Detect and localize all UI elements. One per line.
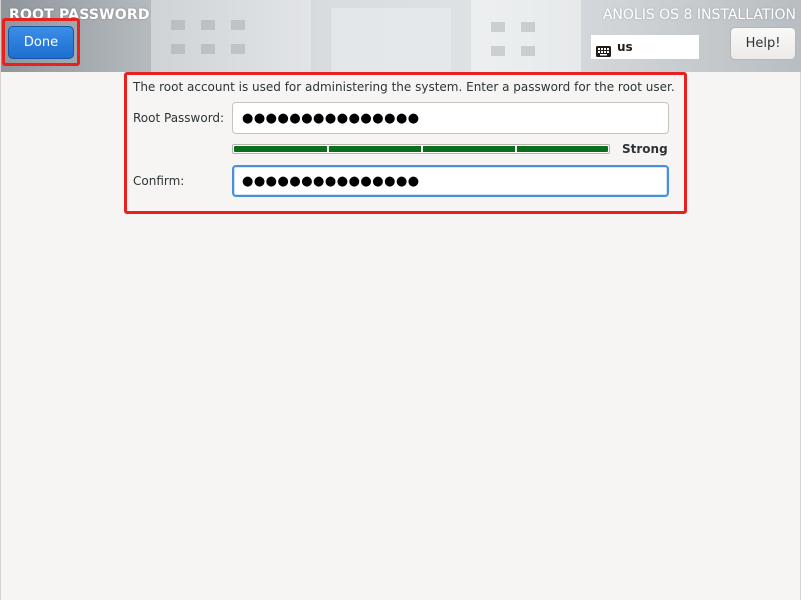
form-description: The root account is used for administeri… [133,80,675,94]
banner-window [201,20,215,30]
header-banner: ROOT PASSWORD ANOLIS OS 8 INSTALLATION D… [1,0,801,72]
banner-window [171,20,185,30]
root-password-input[interactable]: ●●●●●●●●●●●●●●● [232,102,669,134]
keyboard-layout-indicator[interactable]: us [591,35,699,59]
banner-window [521,46,535,56]
banner-window [491,46,505,56]
done-button[interactable]: Done [8,26,74,59]
strength-segment-divider [515,146,517,152]
banner-building [331,8,451,72]
banner-window [231,20,245,30]
password-strength-bar [232,144,610,154]
strength-segment-divider [327,146,329,152]
password-strength-text: Strong [622,142,668,156]
confirm-password-input[interactable]: ●●●●●●●●●●●●●●● [232,165,669,197]
banner-window [171,44,185,54]
installation-title: ANOLIS OS 8 INSTALLATION [602,7,796,23]
banner-window [201,44,215,54]
confirm-password-label: Confirm: [133,174,185,188]
banner-window [491,22,505,32]
strength-segment-divider [421,146,423,152]
banner-building [151,0,311,72]
keyboard-icon [596,42,611,57]
keyboard-layout-label: us [617,40,633,54]
help-button[interactable]: Help! [730,27,796,60]
root-password-label: Root Password: [133,111,225,125]
banner-window [521,22,535,32]
installer-window: ROOT PASSWORD ANOLIS OS 8 INSTALLATION D… [0,0,801,600]
banner-building [471,0,581,72]
banner-window [231,44,245,54]
